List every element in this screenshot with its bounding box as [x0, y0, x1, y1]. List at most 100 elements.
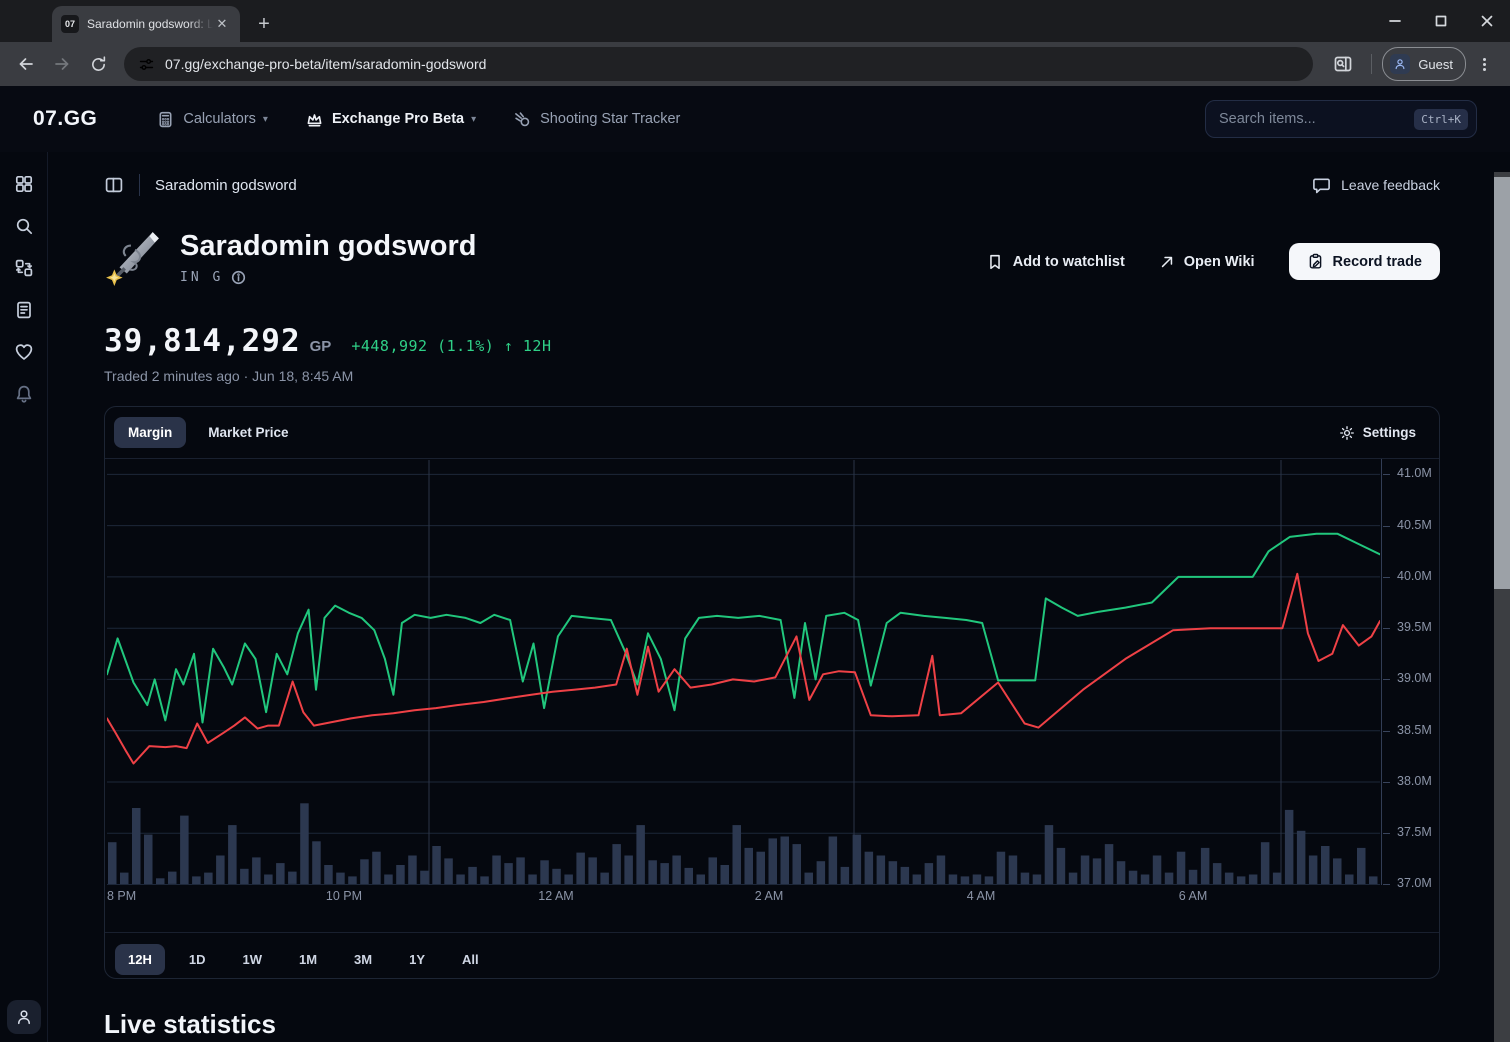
url-bar[interactable]: 07.gg/exchange-pro-beta/item/saradomin-g…: [124, 47, 1313, 81]
maximize-button[interactable]: [1418, 0, 1464, 42]
price-chart[interactable]: [107, 459, 1382, 885]
y-tick-mark: [1383, 628, 1390, 629]
compare-icon[interactable]: [14, 258, 34, 278]
breadcrumb: Saradomin godsword Leave feedback: [104, 165, 1440, 205]
site-settings-icon[interactable]: [138, 56, 155, 73]
range-divider: [105, 932, 1439, 933]
y-tick-mark: [1383, 782, 1390, 783]
y-tick-mark: [1383, 577, 1390, 578]
new-tab-button[interactable]: +: [250, 10, 278, 38]
y-tick-mark: [1383, 731, 1390, 732]
scrollbar-thumb[interactable]: [1494, 177, 1510, 589]
news-icon[interactable]: [14, 300, 34, 320]
range-1y[interactable]: 1Y: [396, 944, 438, 975]
window-controls: [1372, 0, 1510, 42]
nav-label: Exchange Pro Beta: [332, 111, 464, 127]
item-image-saradomin-godsword: [104, 229, 162, 287]
heart-icon[interactable]: [14, 342, 34, 362]
browser-chrome: 07 Saradomin godsword: Live GE P ✕ + 07.…: [0, 0, 1510, 86]
tab-favicon: 07: [61, 15, 79, 33]
nav-calculators[interactable]: Calculators ▾: [157, 111, 268, 128]
x-tick-label: 8 PM: [107, 889, 136, 903]
price-change: +448,992 (1.1%) ↑ 12H: [351, 337, 551, 355]
reload-icon[interactable]: [82, 48, 114, 80]
grid-icon[interactable]: [14, 174, 34, 194]
y-tick-label: 38.0M: [1397, 774, 1432, 788]
bell-icon[interactable]: [14, 384, 34, 404]
browser-toolbar: 07.gg/exchange-pro-beta/item/saradomin-g…: [0, 42, 1510, 86]
back-icon[interactable]: [10, 48, 42, 80]
x-tick-label: 12 AM: [538, 889, 573, 903]
y-tick-label: 39.5M: [1397, 620, 1432, 634]
settings-label: Settings: [1363, 425, 1416, 440]
icon-rail: [0, 152, 48, 1042]
user-icon: [15, 1008, 33, 1026]
browser-tab[interactable]: 07 Saradomin godsword: Live GE P ✕: [52, 6, 240, 42]
item-meta: Saradomin godsword IN G: [180, 229, 476, 285]
breadcrumb-item-name: Saradomin godsword: [155, 177, 297, 194]
item-actions: Add to watchlist Open Wiki Record trade: [986, 243, 1440, 280]
nav-star-tracker[interactable]: Shooting Star Tracker: [514, 111, 680, 128]
add-to-watchlist-button[interactable]: Add to watchlist: [986, 253, 1125, 271]
close-button[interactable]: [1464, 0, 1510, 42]
calculator-icon: [157, 111, 174, 128]
x-axis-labels: 8 PM10 PM12 AM2 AM4 AM6 AM: [107, 889, 1381, 905]
tab-strip: 07 Saradomin godsword: Live GE P ✕ +: [0, 0, 1510, 42]
x-tick-label: 10 PM: [326, 889, 362, 903]
site-page: 07.GG Calculators ▾ Exchange Pro Beta ▾ …: [0, 86, 1510, 1042]
y-tick-mark: [1383, 526, 1390, 527]
minimize-button[interactable]: [1372, 0, 1418, 42]
y-tick-mark: [1383, 884, 1390, 885]
shooting-star-icon: [514, 111, 531, 128]
info-icon[interactable]: [231, 270, 246, 285]
leave-feedback-button[interactable]: Leave feedback: [1312, 176, 1440, 195]
x-tick-label: 4 AM: [967, 889, 996, 903]
chevron-down-icon: ▾: [471, 114, 476, 125]
tab-market-price[interactable]: Market Price: [194, 417, 302, 448]
profile-button[interactable]: Guest: [1382, 47, 1466, 81]
tab-margin[interactable]: Margin: [114, 417, 186, 448]
feedback-bubble-icon: [1312, 176, 1331, 195]
search-shortcut: Ctrl+K: [1414, 109, 1468, 130]
currency-label: GP: [310, 338, 332, 355]
y-tick-label: 39.0M: [1397, 671, 1432, 685]
record-trade-button[interactable]: Record trade: [1289, 243, 1440, 280]
price-block: 39,814,292 GP +448,992 (1.1%) ↑ 12H Trad…: [104, 323, 1440, 384]
user-button[interactable]: [7, 1000, 41, 1034]
range-1d[interactable]: 1D: [176, 944, 219, 975]
settings-button[interactable]: Settings: [1339, 425, 1416, 441]
range-1m[interactable]: 1M: [286, 944, 330, 975]
site-logo[interactable]: 07.GG: [33, 107, 97, 131]
y-tick-label: 37.5M: [1397, 825, 1432, 839]
tab-title: Saradomin godsword: Live GE P: [87, 17, 213, 31]
search-placeholder: Search items...: [1219, 111, 1414, 127]
chevron-down-icon: ▾: [263, 114, 268, 125]
nav-label: Calculators: [183, 111, 256, 127]
panel-toggle-icon[interactable]: [104, 175, 124, 195]
leave-feedback-label: Leave feedback: [1341, 177, 1440, 193]
range-all[interactable]: All: [449, 944, 492, 975]
item-tag-text: IN G: [180, 270, 223, 285]
search-icon[interactable]: [14, 216, 34, 236]
profile-avatar-icon: [1390, 54, 1410, 74]
nav-exchange-pro[interactable]: Exchange Pro Beta ▾: [306, 111, 476, 128]
tab-close-icon[interactable]: ✕: [213, 15, 231, 33]
range-3m[interactable]: 3M: [341, 944, 385, 975]
url-text: 07.gg/exchange-pro-beta/item/saradomin-g…: [165, 56, 486, 72]
y-tick-label: 40.5M: [1397, 518, 1432, 532]
x-tick-label: 2 AM: [755, 889, 784, 903]
y-tick-mark: [1383, 679, 1390, 680]
browser-menu-icon[interactable]: [1470, 50, 1498, 78]
main-nav: Calculators ▾ Exchange Pro Beta ▾ Shooti…: [157, 111, 680, 128]
record-trade-label: Record trade: [1333, 254, 1422, 270]
up-arrow-icon: ↑: [504, 337, 514, 355]
open-wiki-button[interactable]: Open Wiki: [1159, 254, 1255, 270]
forward-icon[interactable]: [46, 48, 78, 80]
range-1w[interactable]: 1W: [229, 944, 275, 975]
page-scrollbar[interactable]: [1494, 172, 1510, 1042]
time-range-buttons: 12H 1D 1W 1M 3M 1Y All: [115, 944, 492, 975]
range-12h[interactable]: 12H: [115, 944, 165, 975]
open-wiki-label: Open Wiki: [1184, 254, 1255, 270]
search-input[interactable]: Search items... Ctrl+K: [1205, 100, 1477, 138]
sidepanel-search-icon[interactable]: [1327, 48, 1359, 80]
